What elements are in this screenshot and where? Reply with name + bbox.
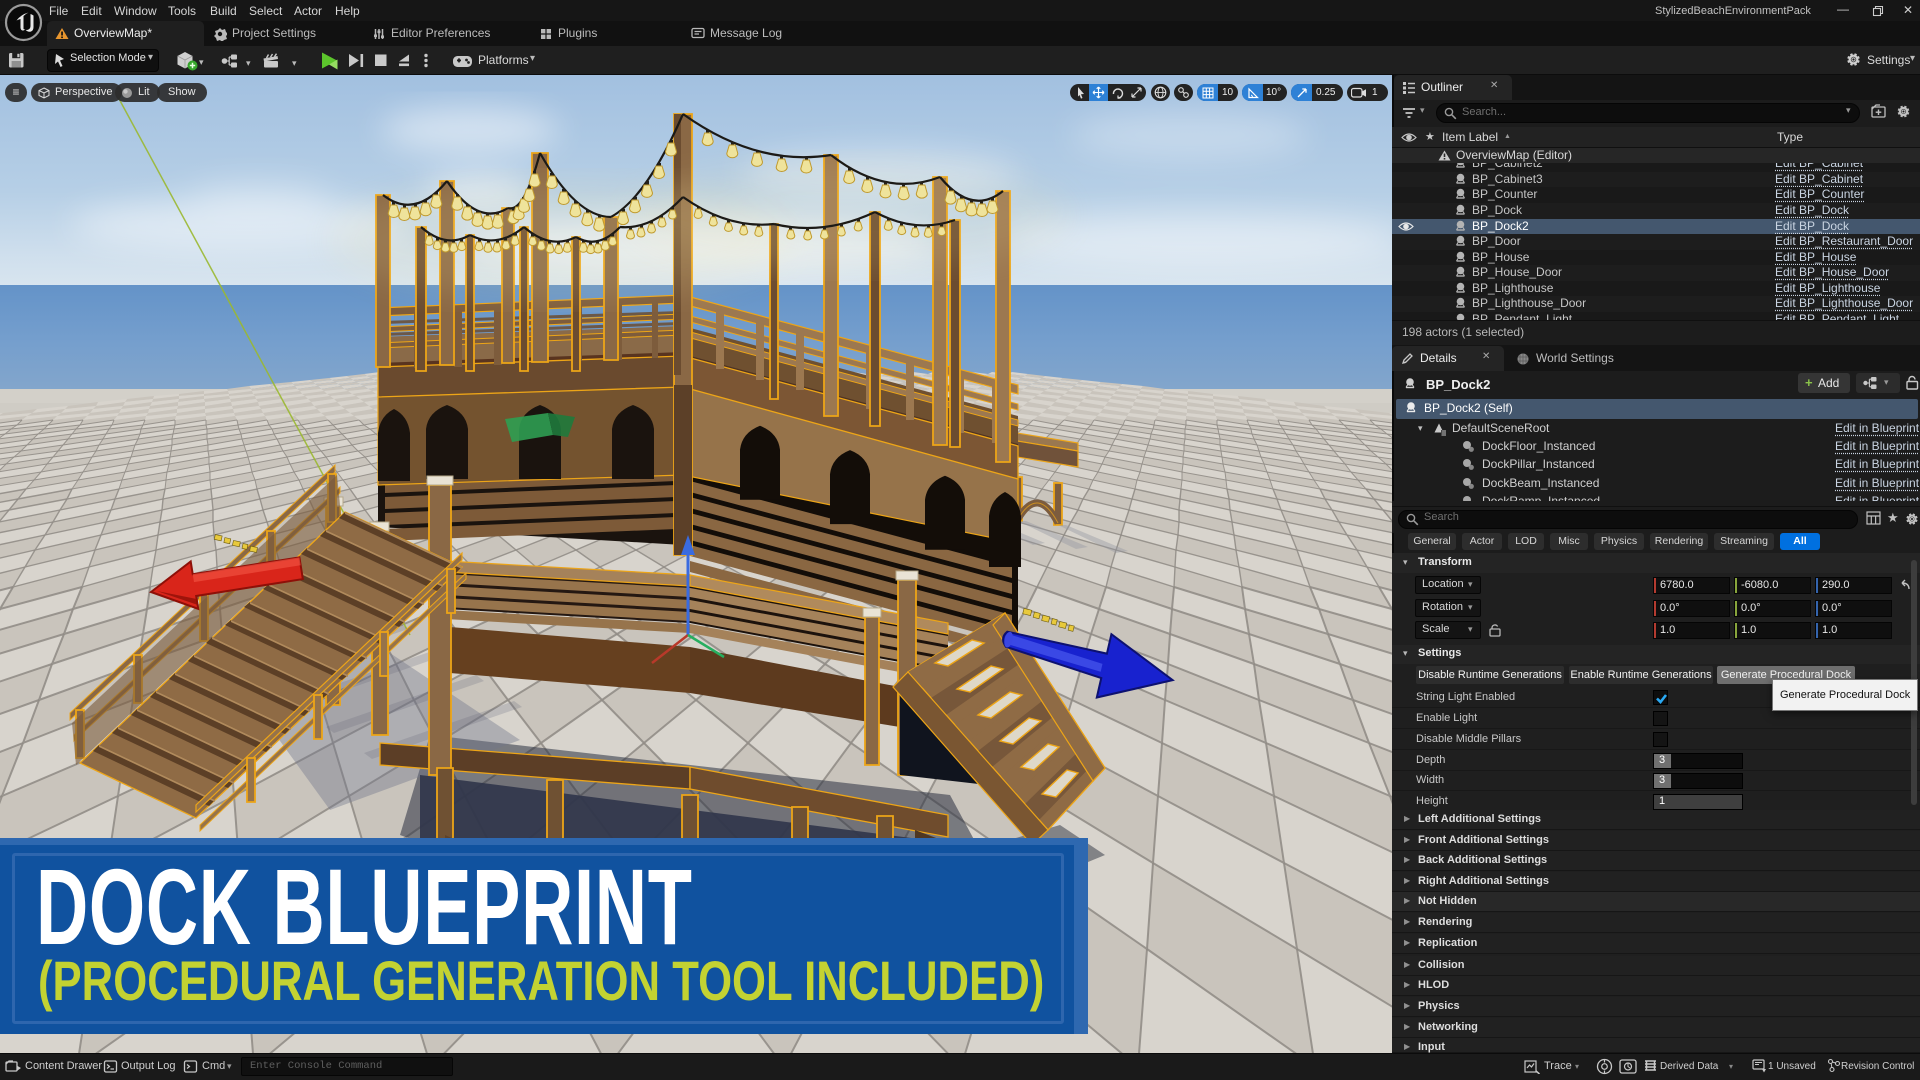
svg-text:▾: ▾ — [199, 57, 204, 67]
svg-text:▾: ▾ — [246, 58, 251, 68]
svg-text:▾: ▾ — [292, 58, 297, 68]
